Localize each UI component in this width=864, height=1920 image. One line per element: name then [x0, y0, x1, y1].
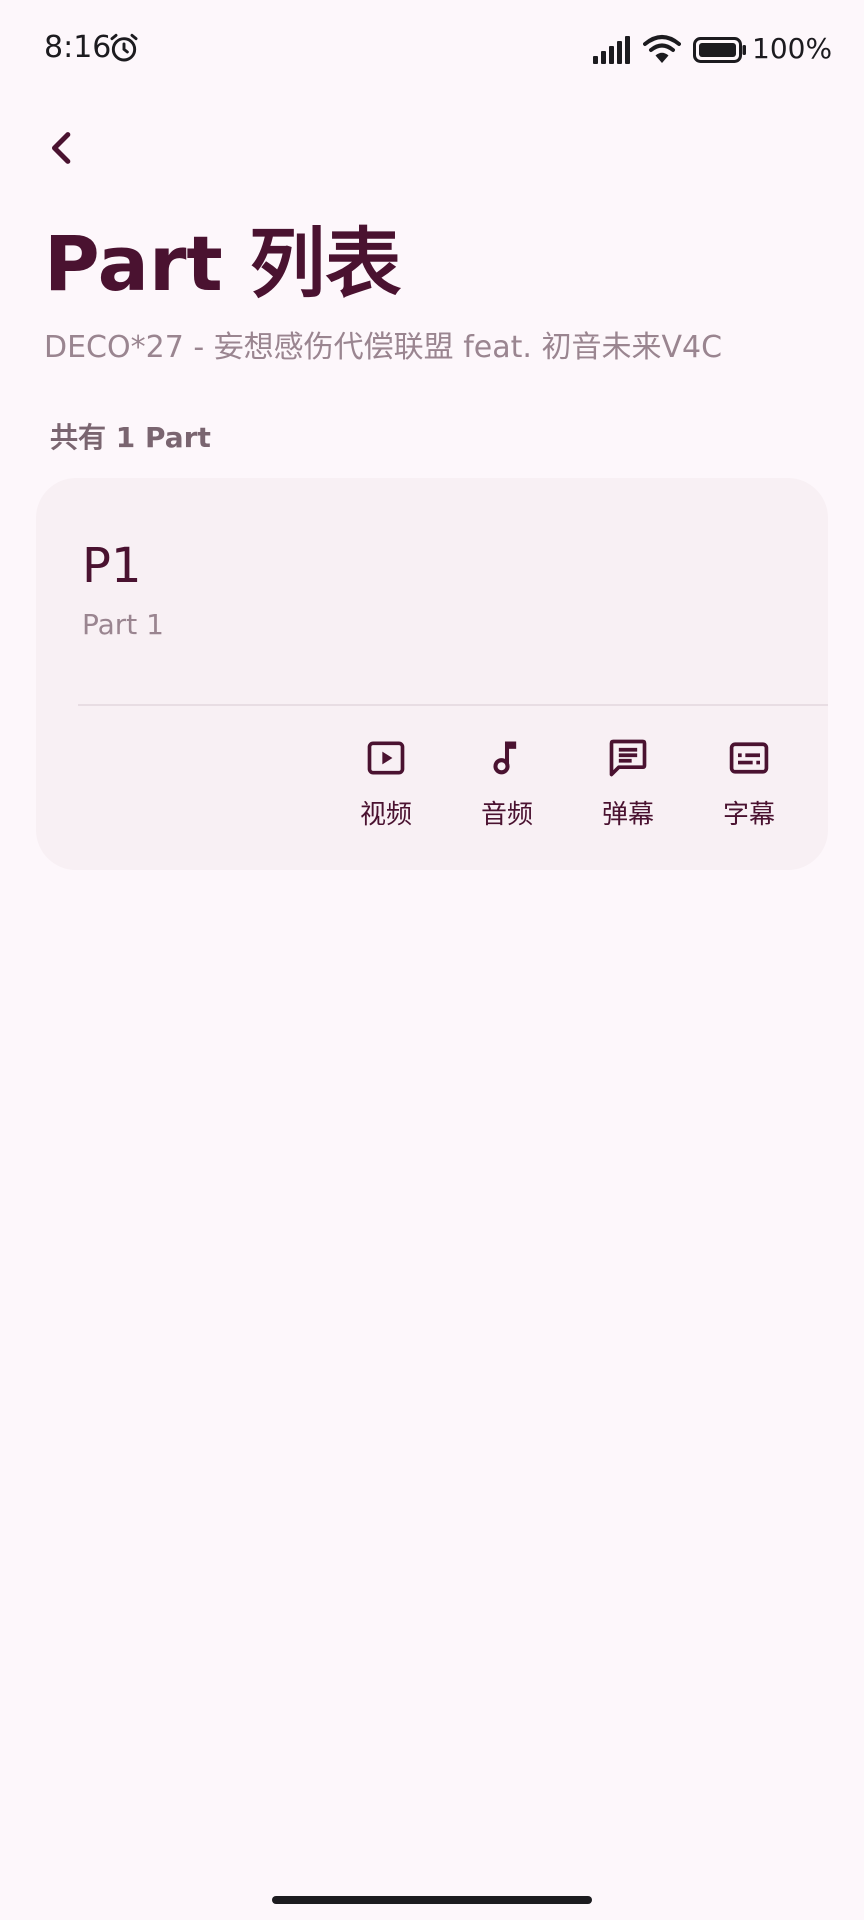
status-bar: 8:16 100%	[0, 0, 864, 100]
alarm-icon	[110, 33, 138, 62]
battery-icon	[693, 37, 746, 63]
music-note-icon	[493, 741, 517, 775]
battery-percentage: 100%	[752, 32, 833, 65]
video-icon	[367, 741, 405, 775]
subtitles-label: 字幕	[722, 800, 775, 830]
video-button[interactable]: 视频	[331, 728, 441, 838]
subtitles-icon	[729, 742, 769, 774]
part-title: P1	[82, 538, 142, 594]
status-time: 8:16	[44, 30, 112, 65]
part-count-label: 共有 1 Part	[50, 421, 211, 454]
wifi-icon	[643, 35, 681, 63]
part-card[interactable]: P1 Part 1 视频 音频 弹幕 字幕	[36, 478, 828, 870]
part-name: Part 1	[82, 608, 164, 641]
home-indicator[interactable]	[272, 1896, 592, 1904]
chevron-left-icon	[52, 132, 71, 164]
audio-button[interactable]: 音频	[452, 728, 562, 838]
danmaku-icon	[609, 739, 647, 777]
part-actions: 视频 音频 弹幕 字幕	[36, 728, 828, 838]
part-list-screen: 8:16 100% Part 列表 DECO*27 - 妄想感伤代偿联盟 fea…	[0, 0, 864, 1920]
audio-label: 音频	[480, 800, 533, 830]
danmaku-label: 弹幕	[601, 800, 654, 830]
subtitles-button[interactable]: 字幕	[694, 728, 804, 838]
page-subtitle: DECO*27 - 妄想感伤代偿联盟 feat. 初音未来V4C	[44, 330, 723, 365]
card-divider	[78, 704, 828, 706]
page-title: Part 列表	[44, 219, 402, 308]
video-label: 视频	[359, 800, 412, 830]
danmaku-button[interactable]: 弹幕	[573, 728, 683, 838]
back-button[interactable]	[30, 116, 94, 180]
cellular-signal-icon	[593, 36, 630, 64]
